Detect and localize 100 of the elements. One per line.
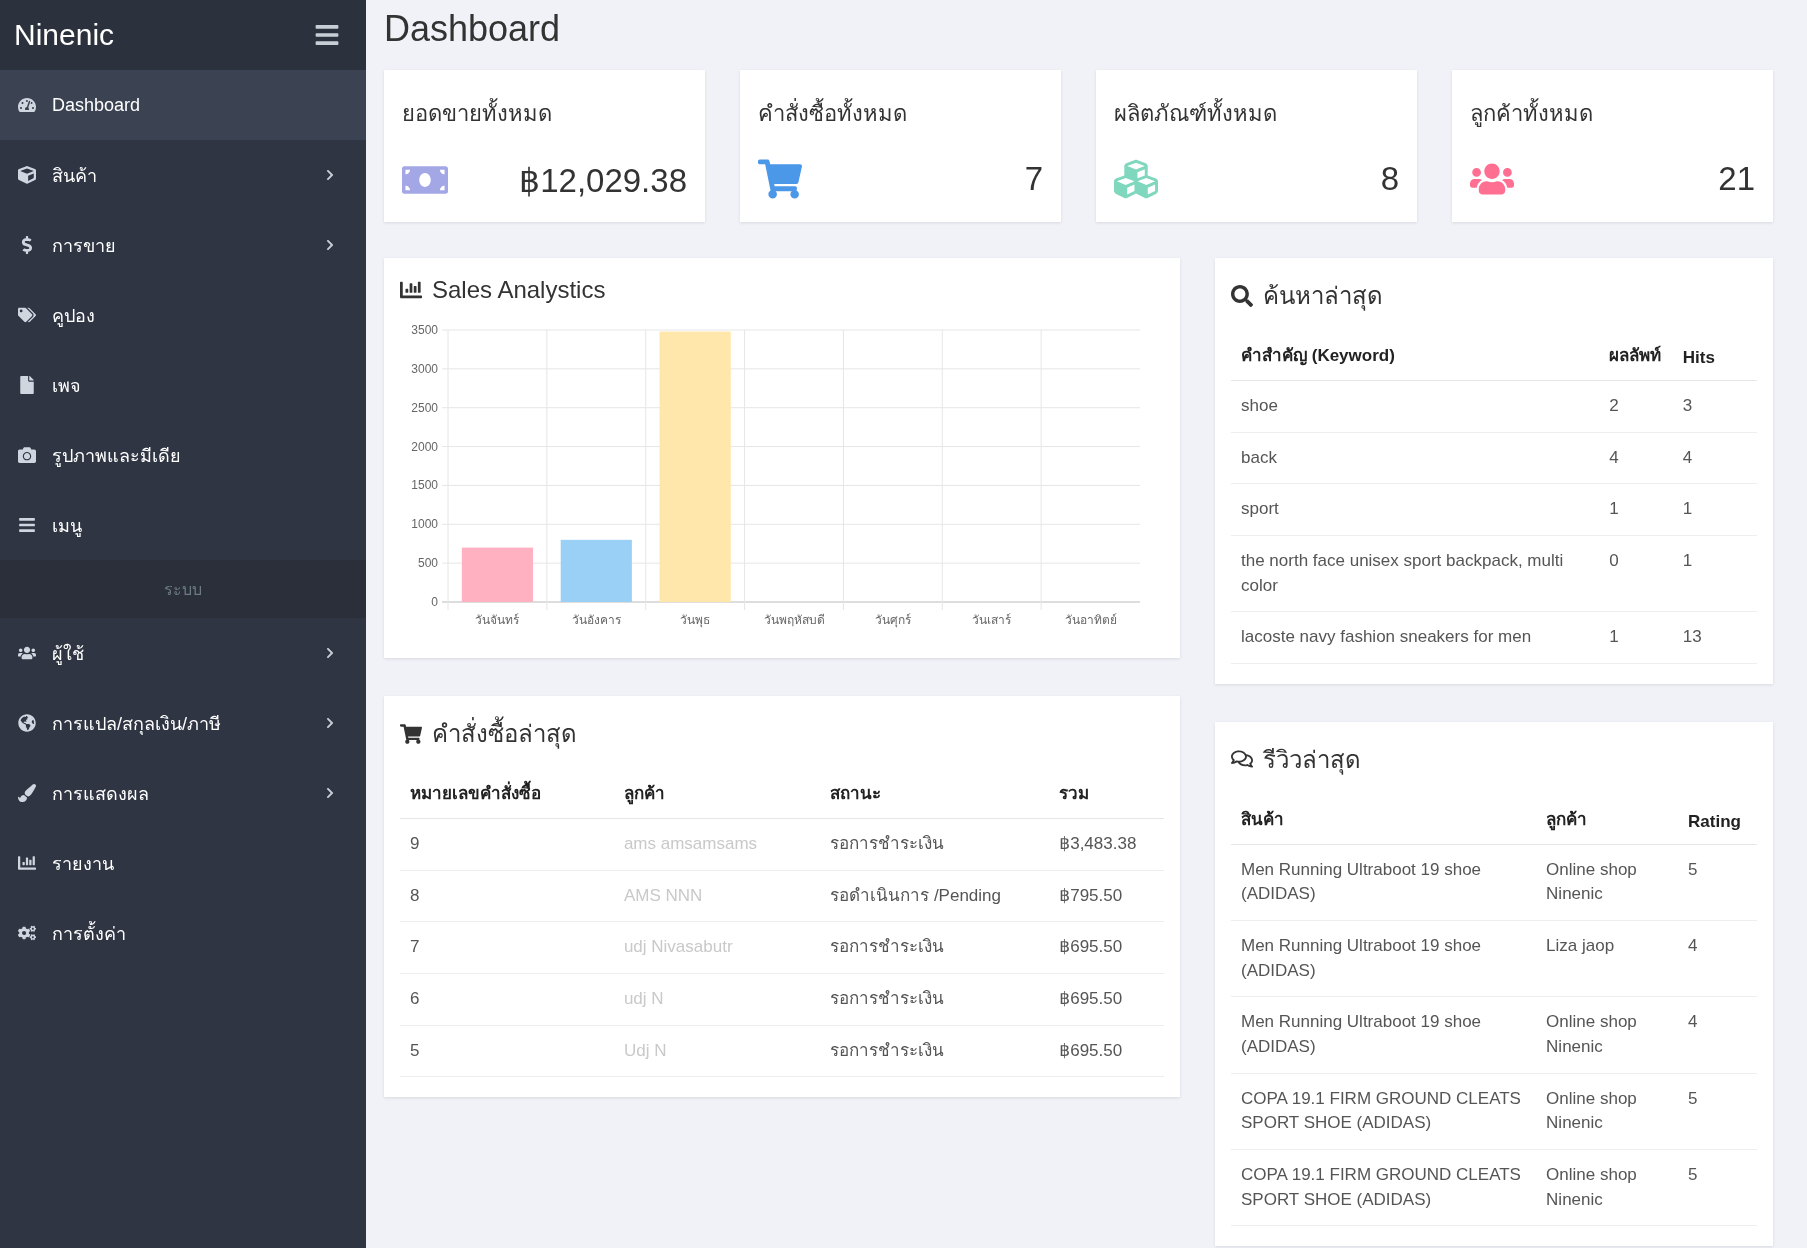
panel-title: ค้นหาล่าสุด: [1263, 281, 1383, 313]
menu-item-icon: [16, 96, 38, 114]
table-cell: Online shop Ninenic: [1536, 996, 1679, 1074]
column-header: ลูกค้า: [1536, 792, 1679, 845]
table-cell: 1: [1599, 483, 1673, 536]
menu-item-icon: [16, 644, 38, 662]
cubes-icon: [1114, 157, 1158, 201]
axis-category-label: วันอาทิตย์: [1064, 613, 1117, 627]
axis-category-label: วันพุธ: [680, 613, 711, 627]
axis-tick-label: 3000: [411, 361, 438, 376]
table-cell: ฿695.50: [1049, 921, 1164, 974]
cart-icon: [400, 722, 422, 745]
table-cell: lacoste navy fashion sneakers for men: [1231, 611, 1600, 664]
table-cell: 4: [1599, 432, 1673, 484]
panel-title: คำสั่งซื้อล่าสุด: [432, 714, 577, 753]
panel-title: Sales Analystics: [432, 276, 606, 304]
stat-value: 7: [1024, 160, 1043, 198]
table-cell: Men Running Ultraboot 19 shoe (ADIDAS): [1231, 920, 1537, 997]
table-cell: 3: [1672, 380, 1757, 433]
table-cell: รอการชำระเงิน: [820, 1025, 1050, 1077]
cart-icon: [758, 157, 802, 201]
axis-category-label: วันพฤหัสบดี: [763, 613, 825, 627]
table-cell: 4: [1672, 432, 1757, 484]
column-header: รวม: [1049, 767, 1164, 819]
search-icon: [1231, 284, 1253, 307]
section-heading: ระบบ: [0, 560, 366, 618]
stat-title: ลูกค้าทั้งหมด: [1470, 96, 1755, 131]
menu-item-icon: [16, 306, 38, 324]
table-cell: 7: [400, 921, 614, 974]
table-cell: 5: [1678, 1073, 1757, 1150]
table-cell: Liza jaop: [1536, 920, 1679, 997]
table-cell: รอการชำระเงิน: [820, 921, 1050, 974]
sidebar-item[interactable]: Dashboard: [0, 70, 366, 140]
table-cell: COPA 19.1 FIRM GROUND CLEATS SPORT SHOE (ADIDAS): [1231, 1149, 1537, 1226]
table-cell: 1: [1599, 611, 1673, 664]
table-cell: Men Running Ultraboot 19 shoe (ADIDAS): [1231, 844, 1537, 921]
axis-category-label: วันอังคาร: [571, 613, 621, 627]
stat-title: ผลิตภัณฑ์ทั้งหมด: [1114, 96, 1399, 131]
table-cell: 2: [1599, 380, 1673, 433]
axis-tick-label: 500: [417, 556, 438, 571]
brand-logo: Ninenic: [14, 18, 115, 52]
bar-chart-icon: [400, 279, 422, 301]
column-header: ผลลัพท์: [1599, 329, 1673, 381]
table-cell: 0: [1599, 535, 1673, 612]
axis-tick-label: 1000: [411, 517, 438, 532]
axis-category-label: วันศุกร์: [874, 613, 911, 627]
page-title: Dashboard: [384, 8, 562, 50]
table-cell: 8: [400, 870, 614, 922]
menu-item-icon: [16, 784, 38, 802]
table-cell: the north face unisex sport backpack, multi color: [1231, 535, 1600, 612]
menu-item-icon: [16, 446, 38, 464]
axis-tick-label: 0: [431, 595, 438, 609]
column-header: สินค้า: [1231, 792, 1537, 845]
stat-value: 21: [1718, 160, 1755, 198]
table-cell: 1: [1672, 483, 1757, 536]
axis-tick-label: 2000: [411, 439, 438, 454]
axis-tick-label: 1500: [411, 478, 438, 493]
table-cell: 5: [1678, 1149, 1757, 1226]
table-cell: Online shop Ninenic: [1536, 1149, 1679, 1226]
chart-bar: [461, 547, 533, 602]
table-cell: 1: [1672, 535, 1757, 612]
table-cell: COPA 19.1 FIRM GROUND CLEATS SPORT SHOE (ADIDAS): [1231, 1073, 1537, 1150]
menu-item-icon: [16, 714, 38, 732]
stat-title: คำสั่งซื้อทั้งหมด: [758, 96, 1043, 131]
chart-bar: [560, 539, 632, 602]
table-cell: ฿695.50: [1049, 973, 1164, 1026]
column-header: หมายเลขคำสั่งซื้อ: [400, 767, 614, 819]
table-cell: sport: [1231, 483, 1600, 536]
column-header: Rating: [1678, 792, 1757, 845]
table-cell: 5: [400, 1025, 614, 1077]
column-header: คำสำคัญ (Keyword): [1231, 329, 1600, 381]
column-header: Hits: [1672, 329, 1757, 381]
column-header: สถานะ: [820, 767, 1050, 819]
table-cell: 4: [1678, 920, 1757, 997]
axis-category-label: วันเสาร์: [972, 613, 1012, 627]
axis-tick-label: 2500: [411, 400, 438, 415]
table-cell: 4: [1678, 996, 1757, 1074]
menu-item-icon: [16, 166, 38, 184]
table-cell: 5: [1678, 844, 1757, 921]
table-cell: ฿795.50: [1049, 870, 1164, 922]
menu-item-icon: [16, 854, 38, 872]
table-cell: 6: [400, 973, 614, 1026]
axis-tick-label: 3500: [411, 323, 438, 337]
table-cell: 13: [1672, 611, 1757, 664]
column-header: ลูกค้า: [613, 767, 821, 819]
table-cell: 9: [400, 818, 614, 871]
stat-value: 8: [1380, 160, 1399, 198]
table-cell: ฿3,483.38: [1049, 818, 1164, 871]
axis-category-label: วันจันทร์: [475, 613, 520, 627]
table-cell: รอการชำระเงิน: [820, 818, 1050, 871]
table-cell: Online shop Ninenic: [1536, 1073, 1679, 1150]
table-cell: รอการชำระเงิน: [820, 973, 1050, 1026]
table-cell: Men Running Ultraboot 19 shoe (ADIDAS): [1231, 996, 1537, 1074]
menu-item-icon: [16, 516, 38, 534]
menu-item-icon: [16, 924, 38, 942]
table-cell: shoe: [1231, 380, 1600, 433]
panel-title: รีวิวล่าสุด: [1263, 744, 1361, 777]
table-cell: รอดำเนินการ /Pending: [820, 870, 1050, 922]
stat-title: ยอดขายทั้งหมด: [402, 96, 687, 131]
stat-value: ฿12,029.38: [519, 160, 687, 200]
